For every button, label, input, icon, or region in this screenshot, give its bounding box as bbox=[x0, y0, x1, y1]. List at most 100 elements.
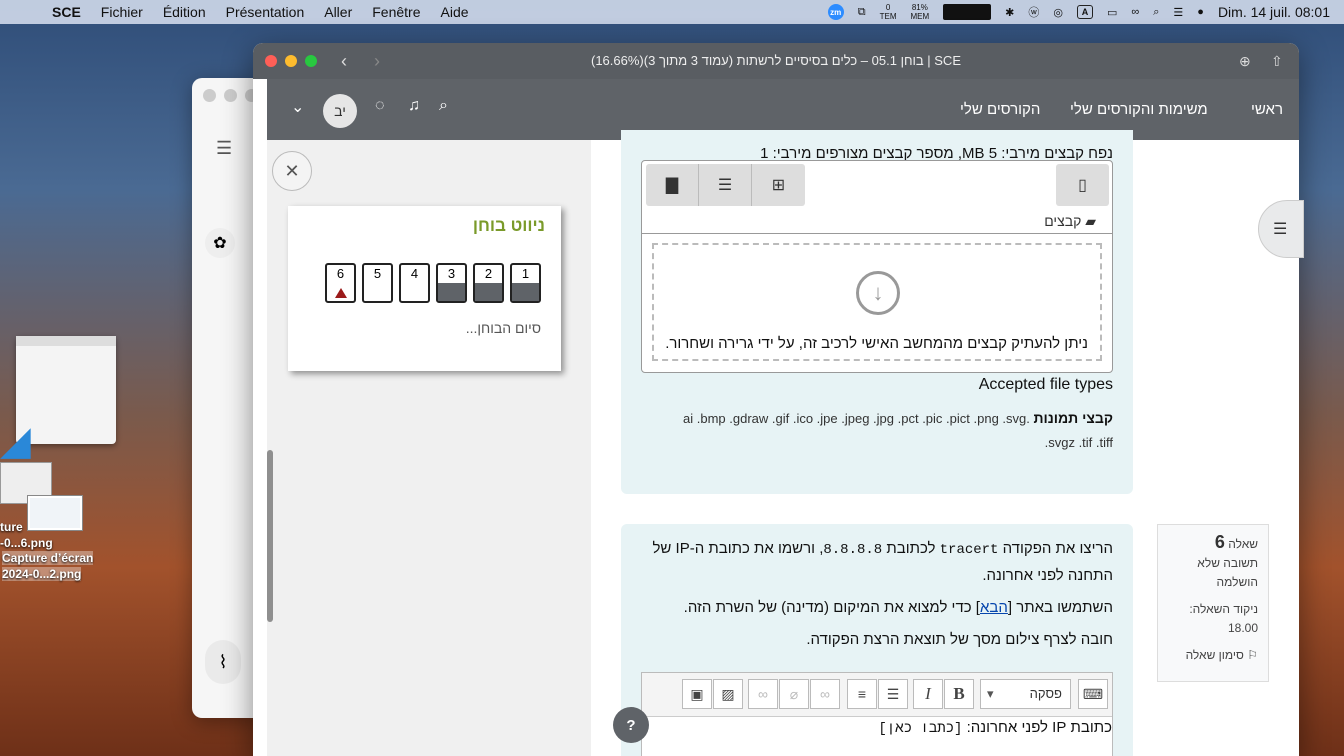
insert-video-icon[interactable]: ▣ bbox=[682, 679, 712, 709]
question-info: שאלה 6 תשובה שלא הושלמה ניקוד השאלה: 18.… bbox=[1157, 524, 1269, 682]
menu-fichier[interactable]: Fichier bbox=[101, 4, 143, 20]
spotlight-icon[interactable]: ⌕ bbox=[1153, 6, 1159, 19]
bell-icon[interactable]: ♫ bbox=[408, 97, 420, 115]
desktop-file-label-2a[interactable]: Capture d’écran bbox=[2, 551, 94, 565]
grade-value: 18.00 bbox=[1227, 621, 1258, 635]
accepted-types-title: Accepted file types bbox=[978, 376, 1113, 393]
close-dot[interactable] bbox=[203, 89, 216, 102]
add-file-icon[interactable]: ▯ bbox=[1056, 164, 1109, 206]
breadcrumb: ▰ קבצים bbox=[1044, 213, 1096, 229]
question-button-5[interactable]: 5 bbox=[362, 263, 393, 303]
cpu-graph-icon[interactable] bbox=[943, 4, 992, 20]
menu-app[interactable]: SCE bbox=[52, 4, 81, 20]
folder-icon: ▰ bbox=[1081, 213, 1096, 229]
menu-bar: SCE Fichier Édition Présentation Aller F… bbox=[0, 0, 1344, 24]
quiz-navigation-block: ניווט בוחן 1 2 3 4 5 6 סיום הבוחן... bbox=[288, 206, 561, 371]
browser-window: ‹ › (16.66%)בוחן 05.1 – כלים בסיסיים לרש… bbox=[253, 43, 1299, 756]
menu-fenetre[interactable]: Fenêtre bbox=[372, 4, 420, 20]
italic-icon[interactable]: I bbox=[913, 679, 943, 709]
battery-icon[interactable]: ▭ bbox=[1107, 6, 1117, 19]
scrollbar[interactable] bbox=[267, 450, 273, 622]
zoom-status-icon[interactable]: zm bbox=[827, 4, 844, 20]
bullet-list-icon[interactable]: ☰ bbox=[878, 679, 908, 709]
window-title: (16.66%)בוחן 05.1 – כלים בסיסיים לרשתות … bbox=[591, 53, 961, 68]
link-icon-editor[interactable]: ∞ bbox=[810, 679, 840, 709]
screenshot-requirement: חובה לצרף צילום מסך של תוצאת הרצת הפקודה… bbox=[806, 631, 1113, 648]
desktop-file-label-2b[interactable]: 2024-0...2.png bbox=[2, 567, 82, 581]
menu-aide[interactable]: Aide bbox=[441, 4, 469, 20]
chevron-down-icon[interactable]: ⌄ bbox=[291, 97, 304, 117]
close-panel-button[interactable]: ✕ bbox=[272, 151, 312, 191]
download-icon[interactable]: ⊕ bbox=[1239, 53, 1251, 70]
temperature-status[interactable]: 0 TEM bbox=[880, 3, 897, 21]
list-view-icon[interactable]: ☰ bbox=[699, 164, 752, 206]
question-5-content: נפח קבצים מירבי: 5 MB, מספר קבצים מצורפי… bbox=[621, 130, 1133, 494]
datetime[interactable]: Dim. 14 juil. 08:01 bbox=[1218, 4, 1330, 20]
desktop-file-thumbnail-2[interactable] bbox=[28, 496, 82, 530]
nav-home[interactable]: ראשי bbox=[1251, 101, 1283, 118]
chatgpt-logo-icon[interactable]: ✿ bbox=[205, 228, 235, 258]
answer-text-area[interactable]: כתובת IP לפני אחרונה: [כתבו כאן] bbox=[878, 719, 1112, 737]
numbered-list-icon[interactable]: ≡ bbox=[847, 679, 877, 709]
view-toolbar: ▇ ☰ ⊞ bbox=[646, 164, 805, 206]
download-arrow-icon: ↓ bbox=[856, 271, 900, 315]
shark-icon[interactable]: ◢ bbox=[0, 418, 50, 463]
finish-attempt-link[interactable]: סיום הבוחן... bbox=[466, 320, 541, 336]
flag-outline-icon: ⚐ bbox=[1243, 648, 1258, 662]
drop-zone-text: ניתן להעתיק קבצים מהמחשב האישי לרכיב זה,… bbox=[665, 335, 1088, 352]
chat-app-window: ☰ ✿ ⌇ bbox=[192, 78, 262, 718]
menu-presentation[interactable]: Présentation bbox=[226, 4, 305, 20]
answer-editor: ▣ ▨ ∞ ⌀ ∞ ≡ ☰ I B פסקה ⌨ כתובת IP לפני א… bbox=[641, 672, 1113, 756]
sidebar-toggle-icon[interactable]: ☰ bbox=[216, 138, 234, 159]
insert-image-icon[interactable]: ▨ bbox=[713, 679, 743, 709]
bluetooth-icon[interactable]: ✱ bbox=[1005, 6, 1014, 19]
control-center-icon[interactable]: ☰ bbox=[1173, 6, 1183, 19]
minimize-dot[interactable] bbox=[224, 89, 237, 102]
link-icon[interactable]: ∞ bbox=[1131, 6, 1139, 18]
accepted-types-list: קבצי תמונות .ai .bmp .gdraw .gif .ico .j… bbox=[683, 410, 1113, 450]
question-button-6[interactable]: 6 bbox=[325, 263, 356, 303]
desktop-file-label-1a[interactable]: ture bbox=[0, 520, 23, 534]
title-bar: ‹ › (16.66%)בוחן 05.1 – כלים בסיסיים לרש… bbox=[253, 43, 1299, 79]
share-icon[interactable]: ⇧ bbox=[1271, 53, 1283, 70]
screen-share-icon[interactable]: ⧉ bbox=[858, 6, 866, 19]
nav-tasks[interactable]: משימות והקורסים שלי bbox=[1070, 101, 1208, 118]
question-6-content: הריצו את הפקודה tracert לכתובת 8.8.8.8, … bbox=[621, 524, 1133, 756]
folder-view-icon[interactable]: ▇ bbox=[646, 164, 699, 206]
menu-edition[interactable]: Édition bbox=[163, 4, 206, 20]
question-status: תשובה שלא הושלמה bbox=[1197, 556, 1258, 589]
question-button-2[interactable]: 2 bbox=[473, 263, 504, 303]
airdrop-icon[interactable]: ◎ bbox=[1053, 6, 1063, 19]
quiz-navigation-title: ניווט בוחן bbox=[472, 216, 545, 235]
help-button[interactable]: ? bbox=[613, 707, 649, 743]
desktop-file-label-1b[interactable]: -0...6.png bbox=[0, 536, 53, 550]
external-site-link[interactable]: הבא bbox=[980, 599, 1008, 616]
grade-label: ניקוד השאלה: bbox=[1189, 602, 1258, 616]
search-icon[interactable]: ⌕ bbox=[439, 97, 448, 115]
wordpress-icon[interactable]: ⓦ bbox=[1028, 4, 1039, 20]
avatar[interactable]: יב bbox=[323, 94, 357, 128]
nav-my-courses[interactable]: הקורסים שלי bbox=[960, 101, 1040, 118]
input-source-icon[interactable]: A bbox=[1076, 5, 1093, 19]
question-button-3[interactable]: 3 bbox=[436, 263, 467, 303]
file-drop-zone[interactable]: ↓ ניתן להעתיק קבצים מהמחשב האישי לרכיב ז… bbox=[652, 243, 1102, 361]
memory-status[interactable]: 81% MEM bbox=[910, 3, 929, 21]
question-button-4[interactable]: 4 bbox=[399, 263, 430, 303]
add-file-toolbar: ▯ bbox=[1056, 164, 1109, 206]
menu-aller[interactable]: Aller bbox=[324, 4, 352, 20]
unlink-disabled-icon[interactable]: ⌀ bbox=[779, 679, 809, 709]
question-text: הריצו את הפקודה tracert לכתובת 8.8.8.8, … bbox=[643, 536, 1113, 659]
toolbar-toggle-icon[interactable]: ⌨ bbox=[1078, 679, 1108, 709]
question-label: שאלה bbox=[1228, 537, 1258, 551]
messages-icon[interactable]: ◌ bbox=[375, 97, 385, 115]
bold-icon[interactable]: B bbox=[944, 679, 974, 709]
quiz-side-panel: ✕ ניווט בוחן 1 2 3 4 5 6 סיום הבוחן... bbox=[267, 140, 591, 756]
question-button-1[interactable]: 1 bbox=[510, 263, 541, 303]
file-picker: ▇ ☰ ⊞ ▯ ▰ קבצים ↓ ניתן להעתיק קבצים מהמח… bbox=[641, 160, 1113, 373]
grid-view-icon[interactable]: ⊞ bbox=[752, 164, 805, 206]
flag-question-link[interactable]: ⚐ סימון שאלה bbox=[1168, 646, 1258, 665]
attach-icon[interactable]: ⌇ bbox=[205, 640, 241, 684]
link-disabled-icon[interactable]: ∞ bbox=[748, 679, 778, 709]
siri-icon[interactable]: ● bbox=[1197, 6, 1204, 18]
paragraph-style-select[interactable]: פסקה bbox=[980, 679, 1071, 709]
